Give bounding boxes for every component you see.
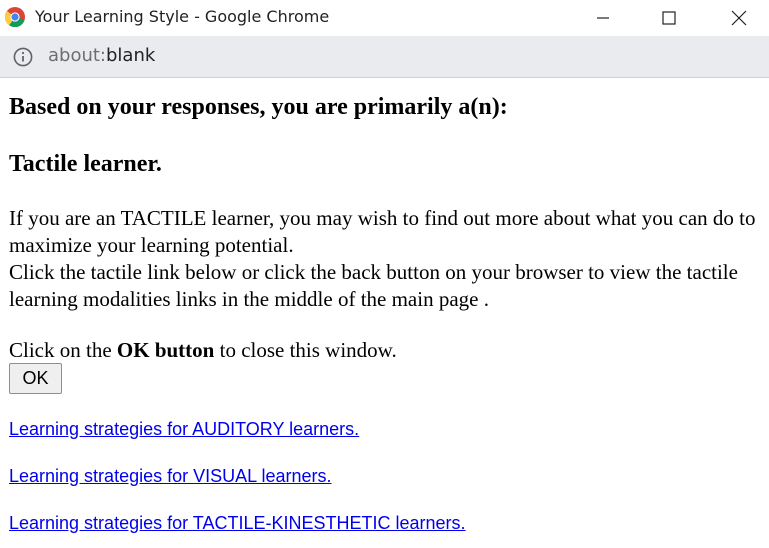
- paragraph-line-2: Click the tactile link below or click th…: [9, 260, 738, 311]
- close-prefix: Click on the: [9, 338, 117, 362]
- visual-link[interactable]: Learning strategies for VISUAL learners.: [9, 466, 332, 487]
- url-path: blank: [106, 45, 156, 66]
- chrome-icon: [4, 7, 25, 28]
- window-title: Your Learning Style - Google Chrome: [35, 7, 330, 26]
- close-bold: OK button: [116, 338, 215, 362]
- minimize-icon: [597, 17, 609, 19]
- url-text[interactable]: about:blank: [48, 45, 155, 66]
- window-titlebar: Your Learning Style - Google Chrome: [0, 0, 769, 36]
- ok-button[interactable]: OK: [9, 363, 62, 394]
- tactile-kinesthetic-link[interactable]: Learning strategies for TACTILE-KINESTHE…: [9, 513, 466, 534]
- address-bar[interactable]: about:blank: [0, 36, 769, 78]
- paragraph-line-1: If you are an TACTILE learner, you may w…: [9, 206, 756, 257]
- minimize-button[interactable]: [580, 0, 626, 36]
- close-instruction: Click on the OK button to close this win…: [9, 337, 397, 364]
- result-heading: Based on your responses, you are primari…: [9, 94, 508, 120]
- auditory-link[interactable]: Learning strategies for AUDITORY learner…: [9, 419, 359, 440]
- close-icon: [731, 10, 747, 26]
- maximize-button[interactable]: [646, 0, 692, 36]
- close-button[interactable]: [716, 0, 762, 36]
- maximize-icon: [662, 11, 676, 25]
- info-paragraph: If you are an TACTILE learner, you may w…: [9, 205, 761, 313]
- learner-type-heading: Tactile learner.: [9, 151, 162, 177]
- url-scheme: about:: [48, 45, 106, 66]
- close-suffix: to close this window.: [214, 338, 397, 362]
- info-icon[interactable]: [13, 47, 33, 67]
